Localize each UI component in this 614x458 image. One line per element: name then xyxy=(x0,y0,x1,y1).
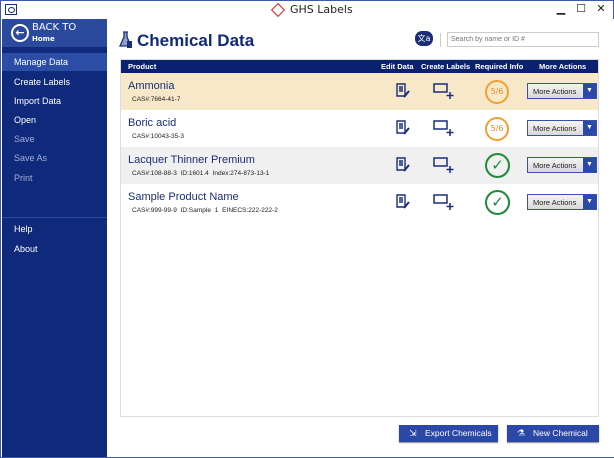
more-actions-label: More Actions xyxy=(533,198,577,207)
back-arrow-icon: ← xyxy=(11,24,29,42)
edit-data-icon[interactable] xyxy=(395,83,411,99)
new-chemical-label: New Chemical xyxy=(533,428,588,438)
sidebar-item-save-as[interactable]: Save As xyxy=(2,149,107,167)
complete-check-icon: ✓ xyxy=(485,153,510,178)
product-name[interactable]: Boric acid xyxy=(128,117,176,129)
sidebar-item-save[interactable]: Save xyxy=(2,130,107,148)
more-actions-dropdown[interactable]: More Actions ▼ xyxy=(527,83,597,99)
required-info-progress[interactable]: 5/6 xyxy=(485,80,509,104)
create-label-icon[interactable] xyxy=(433,120,455,136)
col-product: Product xyxy=(128,62,157,71)
back-subtitle: Home xyxy=(32,35,55,43)
sidebar-divider xyxy=(2,217,107,218)
chevron-down-icon[interactable]: ▼ xyxy=(583,121,596,135)
main-content: Chemical Data 文a Product Edit Data Creat… xyxy=(107,19,614,457)
close-button[interactable]: ✕ xyxy=(593,2,609,15)
flask-icon xyxy=(119,31,133,48)
product-name[interactable]: Ammonia xyxy=(128,80,174,92)
window-title: GHS Labels xyxy=(290,3,353,16)
create-label-icon[interactable] xyxy=(433,83,455,99)
edit-data-icon[interactable] xyxy=(395,120,411,136)
more-actions-label: More Actions xyxy=(533,87,577,96)
col-required-info: Required Info xyxy=(475,62,524,71)
more-actions-dropdown[interactable]: More Actions ▼ xyxy=(527,194,597,210)
create-label-icon[interactable] xyxy=(433,157,455,173)
product-name[interactable]: Sample Product Name xyxy=(128,191,239,203)
create-label-icon[interactable] xyxy=(433,194,455,210)
flask-add-icon: ⚗ xyxy=(517,428,526,438)
ghs-diamond-icon xyxy=(270,2,286,17)
chevron-down-icon[interactable]: ▼ xyxy=(583,195,596,209)
title-bar: GHS Labels ▁ ☐ ✕ xyxy=(1,1,613,19)
table-row[interactable]: Lacquer Thinner Premium CAS#:108-88-3 ID… xyxy=(121,147,598,184)
back-to-home-button[interactable]: ← BACK TO Home xyxy=(2,19,107,47)
sidebar-item-open[interactable]: Open xyxy=(2,111,107,129)
product-identifiers: CAS#:108-88-3 ID:1601.4 Index:274-873-13… xyxy=(132,170,270,177)
table-row[interactable]: Sample Product Name CAS#:999-99-9 ID:Sam… xyxy=(121,184,598,221)
edit-data-icon[interactable] xyxy=(395,157,411,173)
more-actions-label: More Actions xyxy=(533,124,577,133)
product-identifiers: CAS#:7664-41-7 xyxy=(132,96,181,103)
export-label: Export Chemicals xyxy=(425,428,492,438)
sidebar-item-about[interactable]: About xyxy=(2,240,107,258)
maximize-button[interactable]: ☐ xyxy=(573,2,589,15)
app-window: GHS Labels ▁ ☐ ✕ ← BACK TO Home Manage D… xyxy=(0,0,614,458)
sidebar-item-manage-data[interactable]: Manage Data xyxy=(2,53,107,71)
sidebar-item-import-data[interactable]: Import Data xyxy=(2,92,107,110)
product-identifiers: CAS#:999-99-9 ID:Sample 1 EINECS:222-222… xyxy=(132,207,278,214)
new-chemical-button[interactable]: ⚗ New Chemical xyxy=(507,425,599,442)
sidebar-item-print[interactable]: Print xyxy=(2,169,107,187)
table-row[interactable]: Ammonia CAS#:7664-41-7 5/6 More Actions ▼ xyxy=(121,73,598,110)
product-name[interactable]: Lacquer Thinner Premium xyxy=(128,154,255,166)
export-icon: ⇲ xyxy=(409,428,417,438)
more-actions-dropdown[interactable]: More Actions ▼ xyxy=(527,157,597,173)
col-edit-data: Edit Data xyxy=(381,62,414,71)
product-identifiers: CAS#:10043-35-3 xyxy=(132,133,185,140)
export-chemicals-button[interactable]: ⇲ Export Chemicals xyxy=(399,425,498,442)
search-input[interactable] xyxy=(447,32,599,47)
back-title: BACK TO xyxy=(32,22,77,33)
page-title: Chemical Data xyxy=(137,31,255,50)
minimize-button[interactable]: ▁ xyxy=(553,2,569,15)
chevron-down-icon[interactable]: ▼ xyxy=(583,84,596,98)
sidebar-item-create-labels[interactable]: Create Labels xyxy=(2,73,107,91)
col-more-actions: More Actions xyxy=(539,62,587,71)
translate-button[interactable]: 文a xyxy=(415,31,433,46)
required-info-progress[interactable]: 5/6 xyxy=(485,117,509,141)
table-row[interactable]: Boric acid CAS#:10043-35-3 5/6 More Acti… xyxy=(121,110,598,147)
app-icon xyxy=(5,4,17,15)
edit-data-icon[interactable] xyxy=(395,194,411,210)
chemical-table: Product Edit Data Create Labels Required… xyxy=(120,59,599,417)
col-create-labels: Create Labels xyxy=(421,62,471,71)
table-header: Product Edit Data Create Labels Required… xyxy=(121,60,598,73)
more-actions-dropdown[interactable]: More Actions ▼ xyxy=(527,120,597,136)
sidebar: ← BACK TO Home Manage Data Create Labels… xyxy=(2,19,107,457)
more-actions-label: More Actions xyxy=(533,161,577,170)
complete-check-icon: ✓ xyxy=(485,190,510,215)
chevron-down-icon[interactable]: ▼ xyxy=(583,158,596,172)
sidebar-item-help[interactable]: Help xyxy=(2,220,107,238)
header-divider xyxy=(440,33,441,47)
